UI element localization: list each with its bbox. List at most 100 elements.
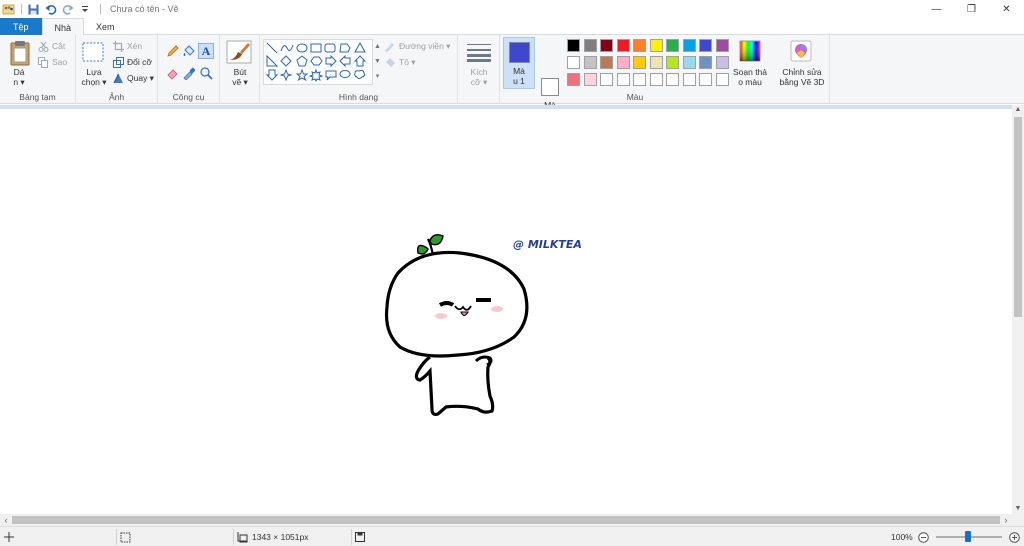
fill-bucket-icon[interactable] bbox=[182, 44, 196, 58]
color-swatch[interactable] bbox=[715, 39, 729, 52]
color-swatch[interactable] bbox=[583, 39, 597, 52]
customize-toolbar-icon[interactable] bbox=[78, 3, 91, 16]
horizontal-scroll-thumb[interactable] bbox=[12, 516, 1000, 524]
size-button[interactable]: Kích cỡ ▾ bbox=[461, 67, 497, 87]
vertical-scroll-thumb[interactable] bbox=[1014, 117, 1022, 317]
color-swatch[interactable] bbox=[715, 73, 729, 86]
color-swatch[interactable] bbox=[649, 56, 663, 69]
color-swatch[interactable] bbox=[682, 73, 696, 86]
close-button[interactable]: ✕ bbox=[989, 0, 1024, 18]
fill-label: Tô ▾ bbox=[399, 56, 416, 67]
color-swatch[interactable] bbox=[583, 56, 597, 69]
pencil-icon[interactable] bbox=[166, 44, 180, 58]
color-swatch[interactable] bbox=[649, 39, 663, 52]
vertical-scrollbar[interactable]: ▲ ▼ bbox=[1012, 105, 1024, 514]
select-button[interactable]: Lựa chọn ▾ bbox=[77, 67, 111, 87]
paint3d-label-1: Chỉnh sửa bbox=[782, 67, 822, 77]
rounded-rectangle-shape-icon bbox=[324, 43, 336, 53]
scroll-down-icon[interactable]: ▼ bbox=[1012, 504, 1024, 514]
shapes-scroll[interactable]: ▲ ▼ ▾ bbox=[373, 39, 382, 85]
color-swatch[interactable] bbox=[583, 73, 597, 86]
shapes-scroll-up-icon[interactable]: ▲ bbox=[373, 39, 382, 54]
color-swatch[interactable] bbox=[633, 56, 646, 69]
magnifier-icon[interactable] bbox=[199, 66, 213, 80]
color-swatch[interactable] bbox=[600, 73, 613, 86]
drawing-canvas[interactable]: @ MILKTEA bbox=[0, 109, 1012, 514]
copy-button[interactable]: Sao bbox=[38, 55, 67, 69]
save-icon[interactable] bbox=[27, 3, 40, 16]
paint3d-button[interactable]: Chỉnh sửa bằng Vẽ 3D bbox=[776, 67, 828, 87]
color-swatch[interactable] bbox=[616, 73, 630, 86]
edit-colors-icon[interactable] bbox=[739, 40, 761, 62]
color-swatch[interactable] bbox=[649, 73, 663, 86]
tab-home[interactable]: Nhà bbox=[41, 18, 85, 36]
brushes-label-1: Bút bbox=[233, 67, 247, 77]
color-swatch[interactable] bbox=[682, 39, 696, 52]
zoom-slider-thumb[interactable] bbox=[965, 531, 971, 542]
cut-button[interactable]: Cắt bbox=[38, 39, 65, 53]
color-swatch[interactable] bbox=[666, 39, 679, 52]
callout-rect-shape-icon bbox=[325, 70, 337, 81]
color-swatch[interactable] bbox=[616, 39, 630, 52]
shapes-scroll-down-icon[interactable]: ▼ bbox=[373, 54, 382, 69]
crop-label: Xén bbox=[127, 41, 143, 51]
redo-icon[interactable] bbox=[61, 3, 74, 16]
eraser-icon[interactable] bbox=[166, 66, 180, 80]
color-swatch[interactable] bbox=[633, 39, 646, 52]
sprout-leaf-left bbox=[417, 244, 429, 255]
brush-icon[interactable] bbox=[226, 40, 252, 64]
shapes-expand-icon[interactable]: ▾ bbox=[373, 69, 382, 84]
color-swatch[interactable] bbox=[616, 56, 630, 69]
color-swatch[interactable] bbox=[567, 56, 580, 69]
color-swatch[interactable] bbox=[600, 56, 613, 69]
tab-file[interactable]: Tệp bbox=[0, 18, 42, 35]
rotate-button[interactable]: Quay ▾ bbox=[113, 71, 154, 85]
color-swatch[interactable] bbox=[715, 56, 729, 69]
scroll-up-icon[interactable]: ▲ bbox=[1012, 105, 1024, 115]
color-swatch[interactable] bbox=[567, 39, 580, 52]
resize-label: Đổi cỡ bbox=[127, 57, 152, 67]
brushes-button[interactable]: Bút vẽ ▾ bbox=[222, 67, 258, 87]
resize-button[interactable]: Đổi cỡ bbox=[113, 55, 152, 69]
crop-button[interactable]: Xén bbox=[113, 39, 142, 53]
color-swatch[interactable] bbox=[699, 56, 712, 69]
color-swatch[interactable] bbox=[633, 73, 646, 86]
color-swatch[interactable] bbox=[666, 56, 679, 69]
zoom-level: 100% bbox=[891, 532, 913, 542]
zoom-in-button[interactable] bbox=[1009, 527, 1020, 546]
edit-colors-button[interactable]: Soạn thả o màu bbox=[728, 67, 772, 87]
minimize-button[interactable]: — bbox=[919, 0, 954, 18]
paste-icon[interactable] bbox=[9, 40, 31, 66]
scroll-corner bbox=[1012, 514, 1024, 526]
color-swatch[interactable] bbox=[600, 39, 613, 52]
select-label-2: chọn ▾ bbox=[81, 77, 107, 87]
zoom-out-button[interactable] bbox=[918, 527, 929, 546]
select-icon[interactable] bbox=[82, 42, 104, 62]
paint3d-icon[interactable] bbox=[790, 40, 812, 62]
size-icon[interactable] bbox=[466, 42, 492, 62]
tab-view[interactable]: Xem bbox=[84, 18, 127, 35]
outline-button[interactable]: Đường viền ▾ bbox=[384, 39, 450, 53]
color-swatch[interactable] bbox=[666, 73, 679, 86]
colors-group-label: Màu bbox=[626, 92, 644, 102]
fill-button[interactable]: Tô ▾ bbox=[384, 55, 416, 69]
color-swatch[interactable] bbox=[567, 73, 580, 86]
color-picker-icon[interactable] bbox=[182, 66, 196, 80]
text-tool-button[interactable]: A bbox=[198, 43, 214, 59]
undo-icon[interactable] bbox=[44, 3, 57, 16]
edit-colors-label-1: Soạn thả bbox=[732, 67, 768, 77]
restore-button[interactable]: ❐ bbox=[954, 0, 989, 18]
paste-button[interactable]: Dá n ▾ bbox=[4, 67, 34, 87]
scroll-right-icon[interactable]: › bbox=[1000, 514, 1012, 526]
color-swatch[interactable] bbox=[699, 73, 712, 86]
paste-label-2: n ▾ bbox=[13, 77, 25, 87]
tools-group: A Công cụ bbox=[158, 35, 220, 104]
scroll-left-icon[interactable]: ‹ bbox=[0, 514, 12, 526]
cut-label: Cắt bbox=[52, 41, 66, 51]
left-arrow-shape-icon bbox=[339, 54, 351, 68]
rotate-icon bbox=[113, 73, 123, 83]
color-swatch[interactable] bbox=[699, 39, 712, 52]
character-left-eye bbox=[439, 301, 455, 307]
horizontal-scrollbar[interactable]: ‹ › bbox=[0, 514, 1012, 526]
color-swatch[interactable] bbox=[682, 56, 696, 69]
